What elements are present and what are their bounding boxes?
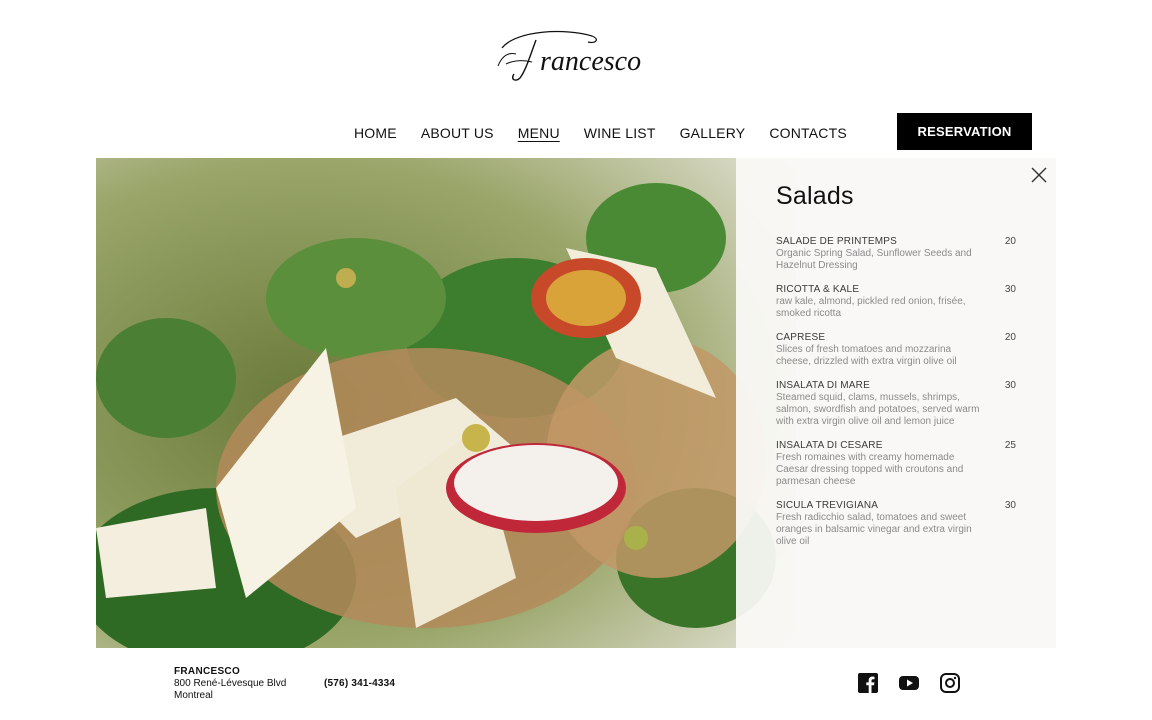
facebook-link[interactable] (857, 672, 879, 694)
footer-brand-name: FRANCESCO (174, 666, 241, 677)
nav-wine-list[interactable]: WINE LIST (584, 124, 656, 142)
social-links (857, 672, 961, 694)
page: rancesco HOME ABOUT US MENU WINE LIST GA… (0, 0, 1152, 720)
menu-item-description: Steamed squid, clams, mussels, shrimps, … (776, 392, 980, 427)
svg-text:rancesco: rancesco (540, 46, 641, 77)
nav-about-us[interactable]: ABOUT US (421, 124, 494, 142)
menu-item-description: Organic Spring Salad, Sunflower Seeds an… (776, 248, 972, 271)
menu-item-name: CAPRESE (776, 332, 826, 343)
menu-item-description: raw kale, almond, pickled red onion, fri… (776, 296, 966, 319)
footer-address-line2: Montreal (174, 690, 213, 701)
menu-item: RICOTTA & KALE raw kale, almond, pickled… (776, 284, 1020, 320)
footer-address: FRANCESCO 800 René-Lévesque Blvd Montrea… (174, 666, 286, 702)
menu-list: SALADE DE PRINTEMPS Organic Spring Salad… (776, 236, 1020, 560)
menu-item: SICULA TREVIGIANA Fresh radicchio salad,… (776, 500, 1020, 548)
menu-item-price: 30 (1004, 380, 1016, 391)
menu-item: INSALATA DI CESARE Fresh romaines with c… (776, 440, 1020, 488)
menu-item-name: SICULA TREVIGIANA (776, 500, 879, 511)
reservation-button[interactable]: RESERVATION (897, 113, 1032, 150)
menu-item-name: SALADE DE PRINTEMPS (776, 236, 898, 247)
menu-item-name: INSALATA DI CESARE (776, 440, 883, 451)
menu-item-price: 20 (1004, 236, 1016, 247)
youtube-icon (899, 676, 919, 690)
menu-item: SALADE DE PRINTEMPS Organic Spring Salad… (776, 236, 1020, 272)
instagram-icon (940, 673, 960, 693)
menu-item-price: 30 (1004, 284, 1016, 295)
menu-item-description: Slices of fresh tomatoes and mozzarina c… (776, 344, 957, 367)
nav-home[interactable]: HOME (354, 124, 397, 142)
menu-item-description: Fresh radicchio salad, tomatoes and swee… (776, 512, 972, 547)
logo-wordmark: rancesco (497, 30, 641, 81)
panel-title: Salads (776, 182, 854, 210)
menu-item-name: INSALATA DI MARE (776, 380, 870, 391)
youtube-link[interactable] (898, 672, 920, 694)
nav-gallery[interactable]: GALLERY (680, 124, 746, 142)
close-icon (1031, 167, 1047, 183)
footer-phone[interactable]: (576) 341-4334 (324, 678, 395, 689)
menu-item-price: 20 (1004, 332, 1016, 343)
instagram-link[interactable] (939, 672, 961, 694)
francesco-logo[interactable]: rancesco (496, 26, 656, 84)
menu-item: CAPRESE Slices of fresh tomatoes and moz… (776, 332, 1020, 368)
footer-address-line1: 800 René-Lévesque Blvd (174, 678, 287, 689)
close-button[interactable] (1029, 165, 1049, 185)
menu-item-price: 25 (1004, 440, 1016, 451)
nav-menu[interactable]: MENU (518, 124, 560, 142)
main-nav: HOME ABOUT US MENU WINE LIST GALLERY CON… (354, 124, 847, 142)
facebook-icon (858, 673, 878, 693)
menu-item-description: Fresh romaines with creamy homemade Caes… (776, 452, 964, 487)
menu-item-price: 30 (1004, 500, 1016, 511)
menu-item-name: RICOTTA & KALE (776, 284, 860, 295)
menu-item: INSALATA DI MARE Steamed squid, clams, m… (776, 380, 1020, 428)
nav-contacts[interactable]: CONTACTS (769, 124, 847, 142)
